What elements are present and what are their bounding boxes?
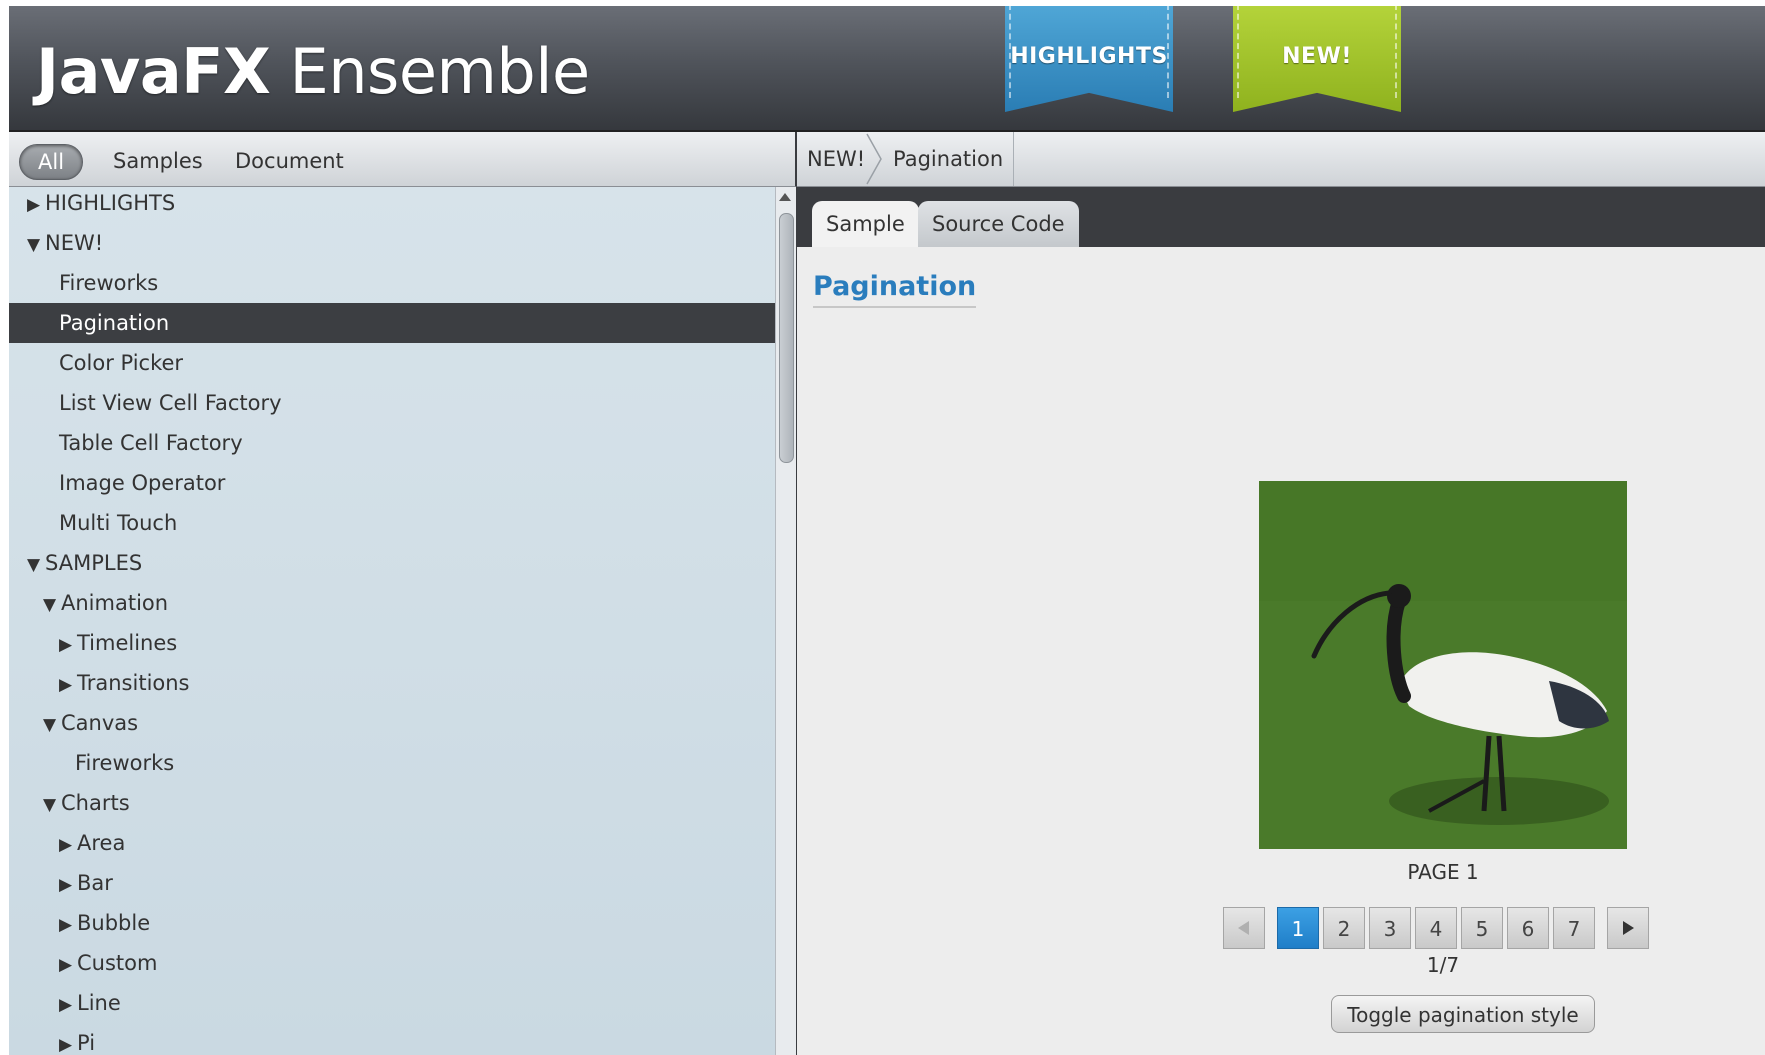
page-number-button[interactable]: 4 [1415, 907, 1457, 949]
filter-samples-button[interactable]: Samples [97, 144, 219, 178]
scroll-up-arrow-icon[interactable] [779, 193, 791, 201]
tree-item[interactable]: ▼ SAMPLES [9, 543, 775, 583]
app-header: JavaFX Ensemble HIGHLIGHTS NEW! [9, 6, 1765, 132]
collapsed-arrow-icon[interactable]: ▶ [59, 625, 77, 665]
tree-item[interactable]: ▶ Bubble [9, 903, 775, 943]
tree-item[interactable]: Fireworks [9, 743, 775, 783]
expanded-arrow-icon[interactable]: ▼ [27, 545, 45, 585]
tree-item-label: Charts [61, 791, 130, 815]
collapsed-arrow-icon[interactable]: ▶ [59, 905, 77, 945]
tree-item[interactable]: ▶ HIGHLIGHTS [9, 187, 775, 223]
collapsed-arrow-icon[interactable]: ▶ [59, 825, 77, 865]
tree-item-label: Fireworks [75, 751, 175, 775]
page-title: Pagination [813, 271, 977, 308]
expanded-arrow-icon[interactable]: ▼ [27, 225, 45, 265]
toggle-pagination-style-button[interactable]: Toggle pagination style [1331, 995, 1595, 1033]
tab-sample[interactable]: Sample [812, 201, 919, 247]
sample-content: Pagination PAGE 1 1234567 1/7 Toggle pag… [797, 247, 1765, 1055]
breadcrumb-separator-icon [866, 133, 882, 185]
tree-item-label: HIGHLIGHTS [45, 191, 176, 215]
collapsed-arrow-icon[interactable]: ▶ [59, 865, 77, 905]
expanded-arrow-icon[interactable]: ▼ [43, 585, 61, 625]
page-number-button[interactable]: 1 [1277, 907, 1319, 949]
tree-item-label: Color Picker [59, 351, 184, 375]
tree-item-label: Area [77, 831, 126, 855]
page-number-button[interactable]: 5 [1461, 907, 1503, 949]
expanded-arrow-icon[interactable]: ▼ [43, 785, 61, 825]
collapsed-arrow-icon[interactable]: ▶ [59, 985, 77, 1025]
tree-item[interactable]: ▶ Area [9, 823, 775, 863]
tree-item[interactable]: ▼ Animation [9, 583, 775, 623]
collapsed-arrow-icon[interactable]: ▶ [27, 187, 45, 225]
previous-page-button[interactable] [1223, 907, 1265, 949]
tree-item[interactable]: ▶ Line [9, 983, 775, 1023]
app-window: JavaFX Ensemble HIGHLIGHTS NEW! All Samp… [9, 6, 1765, 1055]
tree-item[interactable]: Color Picker [9, 343, 775, 383]
tree-item-label: Custom [77, 951, 158, 975]
scrollbar-thumb[interactable] [779, 213, 794, 463]
filter-document-button[interactable]: Document [219, 144, 360, 178]
arrow-right-icon [1623, 921, 1634, 935]
tree-item-label: List View Cell Factory [59, 391, 282, 415]
sample-tree: ▶ HIGHLIGHTS ▼ NEW! Fireworks Pagination Color… [9, 187, 775, 1055]
tree-item[interactable]: ▼ NEW! [9, 223, 775, 263]
page-number-button[interactable]: 6 [1507, 907, 1549, 949]
tab-bar: Sample Source Code [797, 187, 1765, 247]
new-ribbon-button[interactable]: NEW! [1233, 6, 1401, 112]
collapsed-arrow-icon[interactable]: ▶ [59, 665, 77, 705]
filter-all-button[interactable]: All [19, 144, 84, 180]
breadcrumb-new[interactable]: NEW! [807, 132, 865, 186]
tab-source-code[interactable]: Source Code [918, 201, 1079, 247]
tree-item[interactable]: ▶ Bar [9, 863, 775, 903]
collapsed-arrow-icon[interactable]: ▶ [59, 945, 77, 985]
tree-item[interactable]: ▼ Canvas [9, 703, 775, 743]
page-number-button[interactable]: 7 [1553, 907, 1595, 949]
tree-item-label: NEW! [45, 231, 104, 255]
tree-item[interactable]: List View Cell Factory [9, 383, 775, 423]
tree-item-label: Table Cell Factory [59, 431, 243, 455]
ibis-photo [1259, 481, 1627, 849]
tree-item[interactable]: ▶ Custom [9, 943, 775, 983]
tree-item[interactable]: ▼ Charts [9, 783, 775, 823]
page-number-button[interactable]: 3 [1369, 907, 1411, 949]
filter-toolbar: All Samples Document [9, 132, 797, 187]
tree-item[interactable]: Pagination [9, 303, 775, 343]
tree-item[interactable]: ▶ Timelines [9, 623, 775, 663]
tree-item-label: Bubble [77, 911, 151, 935]
breadcrumb-pagination[interactable]: Pagination [893, 132, 1015, 186]
breadcrumb: NEW! Pagination [797, 132, 1765, 187]
app-title: JavaFX Ensemble [36, 32, 590, 112]
tree-item[interactable]: Multi Touch [9, 503, 775, 543]
tree-item-label: Pi [77, 1031, 96, 1055]
tree-item-label: Pagination [59, 311, 170, 335]
tree-item-label: Multi Touch [59, 511, 178, 535]
collapsed-arrow-icon[interactable]: ▶ [59, 1025, 77, 1055]
tree-item[interactable]: ▶ Pi [9, 1023, 775, 1055]
tree-item-label: Line [77, 991, 121, 1015]
tree-scrollbar[interactable] [775, 187, 798, 1055]
tree-item[interactable]: Fireworks [9, 263, 775, 303]
page-count: 1/7 [1426, 953, 1460, 977]
tree-item[interactable]: Table Cell Factory [9, 423, 775, 463]
tree-item[interactable]: Image Operator [9, 463, 775, 503]
tree-item-label: Transitions [77, 671, 190, 695]
page-label: PAGE 1 [1407, 860, 1479, 884]
tree-item-label: Fireworks [59, 271, 159, 295]
tree-item-label: Animation [61, 591, 169, 615]
expanded-arrow-icon[interactable]: ▼ [43, 705, 61, 745]
app-title-bold: JavaFX [36, 35, 271, 108]
highlights-ribbon-button[interactable]: HIGHLIGHTS [1005, 6, 1173, 112]
next-page-button[interactable] [1607, 907, 1649, 949]
arrow-left-icon [1238, 921, 1249, 935]
app-title-light: Ensemble [289, 35, 591, 108]
tree-item-label: Bar [77, 871, 113, 895]
tree-item[interactable]: ▶ Transitions [9, 663, 775, 703]
tree-item-label: Canvas [61, 711, 139, 735]
tree-item-label: SAMPLES [45, 551, 143, 575]
tree-item-label: Image Operator [59, 471, 226, 495]
tree-item-label: Timelines [77, 631, 178, 655]
page-number-button[interactable]: 2 [1323, 907, 1365, 949]
